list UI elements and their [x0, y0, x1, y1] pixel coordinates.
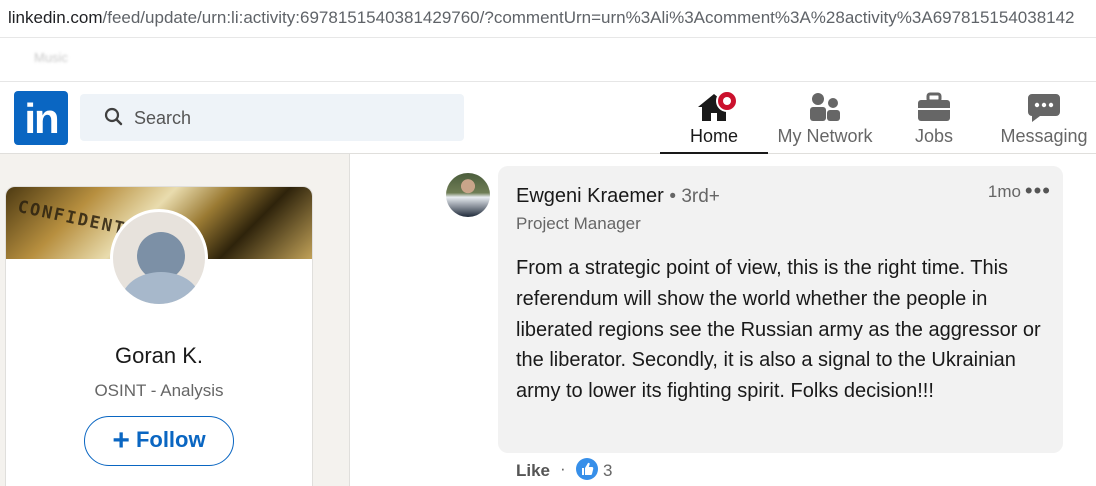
nav-jobs[interactable]: Jobs: [884, 88, 984, 154]
search-icon: [104, 107, 123, 126]
profile-card: CONFIDENTIAL Goran K. OSINT - Analysis +…: [5, 186, 313, 486]
comment-author-title: Project Manager: [516, 214, 641, 233]
comment-text: From a strategic point of view, this is …: [516, 257, 1041, 403]
follow-button[interactable]: + Follow: [84, 416, 234, 466]
briefcase-icon: [918, 92, 950, 121]
nav-home[interactable]: Home: [660, 88, 768, 155]
url-text[interactable]: linkedin.com/feed/update/urn:li:activity…: [8, 8, 1096, 28]
comment-bubble: Ewgeni Kraemer • 3rd+ Project Manager 1m…: [498, 166, 1063, 453]
bookmarks-bar: Music: [0, 38, 1096, 82]
url-host: linkedin.com: [8, 8, 103, 27]
notification-badge: [716, 90, 738, 112]
url-path: /feed/update/urn:li:activity:69781515403…: [102, 8, 1075, 27]
profile-name[interactable]: Goran K.: [6, 343, 312, 369]
connection-degree: • 3rd+: [669, 186, 720, 207]
comment-author[interactable]: Ewgeni Kraemer • 3rd+: [516, 185, 720, 208]
nav-messaging[interactable]: Messaging: [990, 88, 1096, 154]
people-icon: [810, 93, 840, 121]
nav-my-network-label: My Network: [777, 126, 873, 146]
follow-label: Follow: [135, 427, 206, 452]
plus-icon: +: [112, 424, 130, 457]
comment-author-name[interactable]: Ewgeni Kraemer: [516, 185, 664, 207]
nav-messaging-label: Messaging: [1000, 126, 1088, 146]
profile-avatar[interactable]: [110, 209, 208, 307]
nav-my-network[interactable]: My Network: [770, 88, 880, 154]
search-box[interactable]: [80, 94, 464, 141]
separator-dot: ·: [560, 459, 566, 478]
like-button[interactable]: Like: [516, 461, 550, 481]
comment-timestamp: 1mo: [987, 182, 1021, 201]
commenter-avatar[interactable]: [446, 173, 490, 217]
thumbs-up-icon: [576, 458, 598, 480]
top-navigation: in Home My Network Jobs: [0, 82, 1096, 155]
bookmark-item[interactable]: Music: [34, 50, 68, 65]
profile-headline: OSINT - Analysis: [94, 381, 224, 400]
more-options-button[interactable]: •••: [1025, 178, 1051, 204]
nav-jobs-label: Jobs: [914, 126, 954, 146]
address-bar[interactable]: linkedin.com/feed/update/urn:li:activity…: [0, 0, 1096, 38]
like-count[interactable]: 3: [603, 461, 612, 481]
search-input[interactable]: [134, 104, 434, 132]
linkedin-logo[interactable]: in: [14, 91, 68, 145]
nav-home-label: Home: [689, 126, 738, 146]
message-icon: [1028, 94, 1060, 122]
